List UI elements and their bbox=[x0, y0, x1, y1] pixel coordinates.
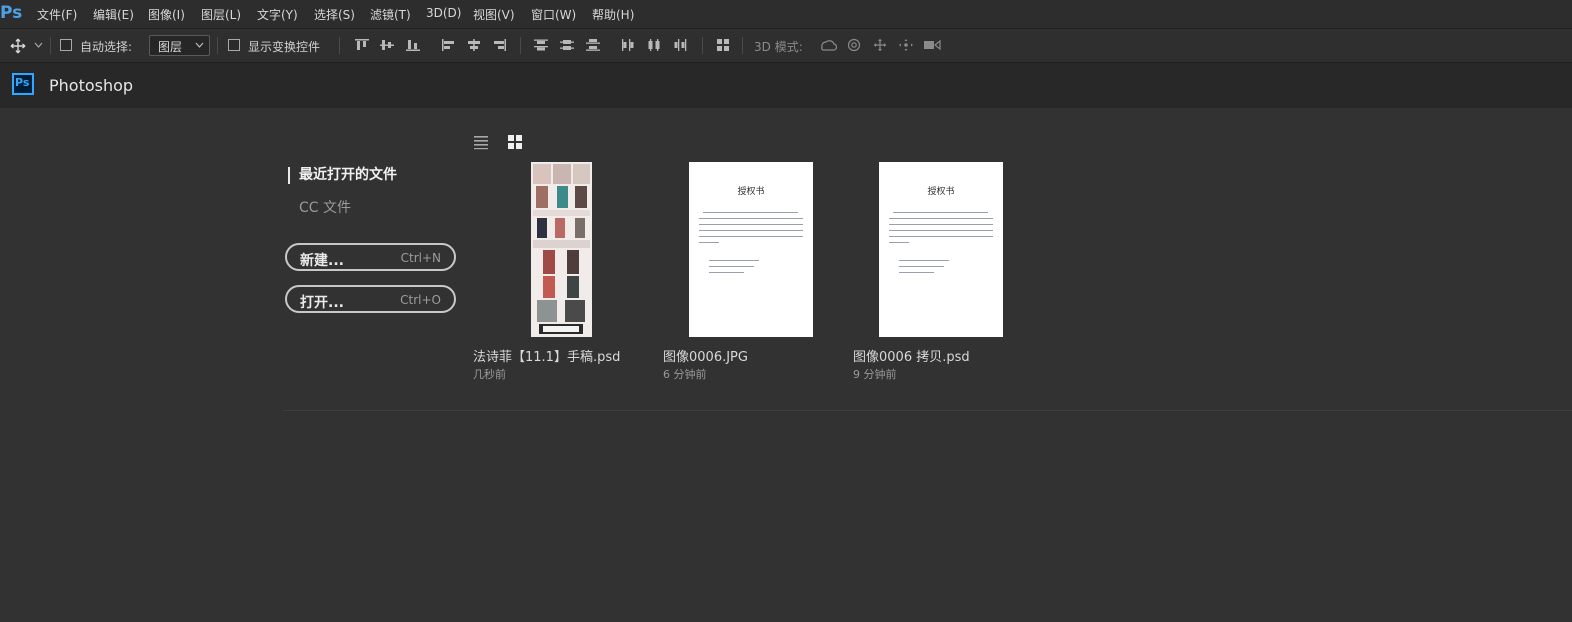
distribute-vertical-center-icon[interactable] bbox=[559, 38, 575, 52]
menu-help[interactable]: 帮助(H) bbox=[592, 6, 634, 23]
show-transform-checkbox[interactable] bbox=[228, 39, 240, 51]
document-preview-line bbox=[889, 218, 993, 219]
auto-select-checkbox[interactable] bbox=[60, 39, 72, 51]
start-workspace-header: Ps Photoshop bbox=[0, 63, 1572, 108]
auto-select-target-dropdown[interactable]: 图层 bbox=[149, 35, 210, 56]
recent-file-time: 9 分钟前 bbox=[853, 368, 897, 381]
align-bottom-icon[interactable] bbox=[405, 38, 421, 52]
menu-3d[interactable]: 3D(D) bbox=[426, 6, 461, 20]
separator bbox=[339, 37, 340, 54]
ps-app-icon[interactable]: Ps bbox=[0, 3, 22, 23]
3d-mode-label: 3D 模式: bbox=[754, 40, 803, 54]
document-preview-line bbox=[889, 242, 909, 243]
photoshop-logo-icon: Ps bbox=[12, 73, 34, 95]
3d-orbit-icon[interactable] bbox=[819, 38, 837, 52]
3d-slide-icon[interactable] bbox=[898, 38, 914, 52]
menu-view[interactable]: 视图(V) bbox=[473, 6, 515, 23]
section-divider bbox=[283, 410, 1572, 411]
document-preview-line bbox=[709, 272, 744, 273]
show-transform-label: 显示变换控件 bbox=[248, 40, 321, 54]
menu-edit[interactable]: 编辑(E) bbox=[93, 6, 134, 23]
document-preview-line bbox=[899, 272, 934, 273]
separator bbox=[742, 37, 743, 54]
menu-bar: Ps 文件(F) 编辑(E) 图像(I) 图层(L) 文字(Y) 选择(S) 滤… bbox=[0, 0, 1572, 29]
distribute-horizontal-center-icon[interactable] bbox=[646, 38, 662, 52]
document-preview-line bbox=[893, 212, 988, 213]
align-left-icon[interactable] bbox=[441, 38, 457, 52]
align-top-icon[interactable] bbox=[354, 38, 370, 52]
document-preview-line bbox=[889, 224, 993, 225]
recent-file-time: 几秒前 bbox=[473, 368, 506, 381]
distribute-bottom-icon[interactable] bbox=[585, 38, 601, 52]
open-document-button[interactable]: 打开... Ctrl+O bbox=[285, 285, 456, 313]
new-button-label: 新建... bbox=[300, 253, 344, 269]
3d-roll-icon[interactable] bbox=[846, 38, 862, 52]
recent-file-name[interactable]: 法诗菲【11.1】手稿.psd bbox=[473, 346, 620, 365]
nav-cc-files[interactable]: CC 文件 bbox=[299, 197, 351, 217]
new-document-button[interactable]: 新建... Ctrl+N bbox=[285, 243, 456, 271]
document-preview-line bbox=[709, 260, 759, 261]
grid-view-icon[interactable] bbox=[507, 134, 523, 150]
chevron-down-icon[interactable] bbox=[34, 42, 43, 49]
document-preview-line bbox=[899, 266, 944, 267]
recent-file-name[interactable]: 图像0006.JPG bbox=[663, 346, 748, 365]
document-preview-line bbox=[699, 218, 803, 219]
dropdown-value: 图层 bbox=[158, 40, 183, 54]
recent-file-name[interactable]: 图像0006 拷贝.psd bbox=[853, 346, 970, 365]
menu-window[interactable]: 窗口(W) bbox=[531, 6, 576, 23]
nav-recent-files[interactable]: 最近打开的文件 bbox=[288, 167, 397, 184]
document-preview-line bbox=[699, 236, 803, 237]
document-preview-title: 授权书 bbox=[927, 187, 955, 197]
menu-layer[interactable]: 图层(L) bbox=[201, 6, 241, 23]
separator bbox=[520, 37, 521, 54]
separator bbox=[50, 37, 51, 54]
new-button-shortcut: Ctrl+N bbox=[400, 251, 441, 265]
options-bar: 自动选择: 图层 显示变换控件 3D 模式: bbox=[0, 29, 1572, 63]
app-title: Photoshop bbox=[49, 76, 134, 95]
3d-camera-icon[interactable] bbox=[923, 38, 941, 52]
document-preview-line bbox=[699, 230, 803, 231]
menu-filter[interactable]: 滤镜(T) bbox=[370, 6, 411, 23]
auto-align-layers-icon[interactable] bbox=[715, 38, 731, 52]
separator bbox=[217, 37, 218, 54]
distribute-right-icon[interactable] bbox=[672, 38, 688, 52]
chevron-down-icon bbox=[195, 42, 204, 48]
menu-image[interactable]: 图像(I) bbox=[148, 6, 185, 23]
document-preview-title: 授权书 bbox=[737, 187, 765, 197]
list-view-icon[interactable] bbox=[473, 134, 489, 150]
document-preview-line bbox=[699, 224, 803, 225]
distribute-top-icon[interactable] bbox=[533, 38, 549, 52]
document-preview-line bbox=[703, 212, 798, 213]
align-right-icon[interactable] bbox=[491, 38, 507, 52]
3d-pan-icon[interactable] bbox=[872, 38, 888, 52]
recent-file-thumbnail[interactable]: 授权书 bbox=[689, 162, 813, 337]
menu-type[interactable]: 文字(Y) bbox=[257, 6, 298, 23]
document-preview-line bbox=[889, 230, 993, 231]
menu-select[interactable]: 选择(S) bbox=[314, 6, 355, 23]
document-preview-line bbox=[699, 242, 719, 243]
open-button-shortcut: Ctrl+O bbox=[400, 293, 441, 307]
document-preview-line bbox=[709, 266, 754, 267]
align-horizontal-center-icon[interactable] bbox=[466, 38, 482, 52]
document-preview-line bbox=[899, 260, 949, 261]
fashion-collage-image bbox=[531, 162, 592, 337]
separator bbox=[702, 37, 703, 54]
recent-file-thumbnail[interactable] bbox=[531, 162, 592, 337]
move-icon[interactable] bbox=[10, 38, 26, 54]
document-preview-line bbox=[889, 236, 993, 237]
distribute-left-icon[interactable] bbox=[620, 38, 636, 52]
recent-file-time: 6 分钟前 bbox=[663, 368, 707, 381]
auto-select-label: 自动选择: bbox=[80, 40, 133, 54]
menu-file[interactable]: 文件(F) bbox=[37, 6, 77, 23]
recent-file-thumbnail[interactable]: 授权书 bbox=[879, 162, 1003, 337]
align-vertical-center-icon[interactable] bbox=[379, 38, 395, 52]
open-button-label: 打开... bbox=[300, 295, 344, 311]
